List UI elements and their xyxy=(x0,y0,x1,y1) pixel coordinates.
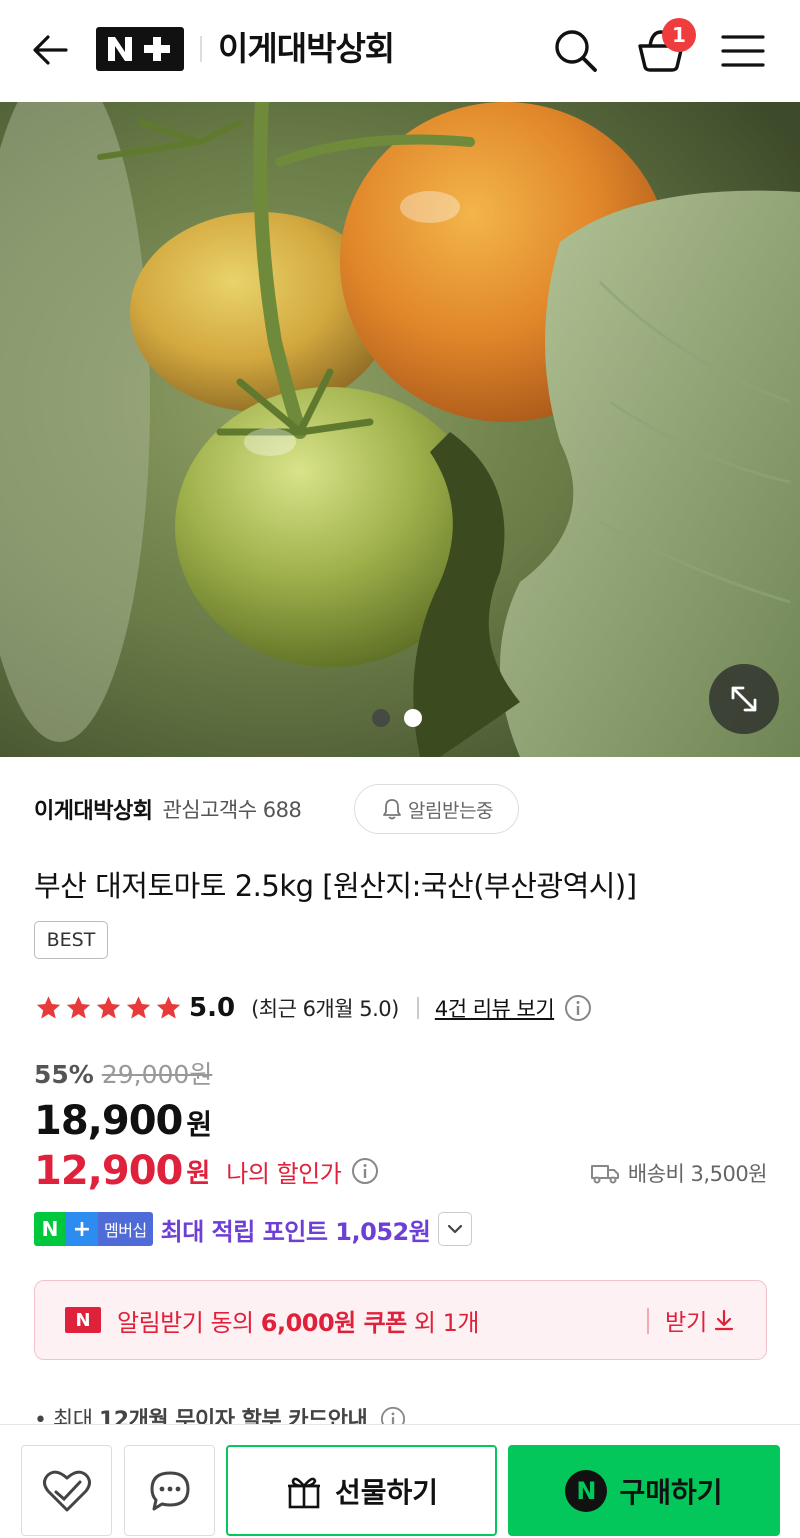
naver-pay-icon: N xyxy=(565,1469,608,1512)
cart-count-badge: 1 xyxy=(662,18,696,52)
my-discount-price-unit: 원 xyxy=(186,1158,211,1189)
download-icon xyxy=(715,1309,734,1331)
star-icon xyxy=(66,996,91,1019)
coupon-text: 알림받기 동의 6,000원 쿠폰 외 1개 xyxy=(117,1308,479,1337)
expand-image-button[interactable] xyxy=(709,664,779,734)
chevron-down-icon xyxy=(448,1224,463,1234)
buy-label: 구매하기 xyxy=(619,1475,723,1509)
naver-coupon-icon: N xyxy=(65,1307,101,1333)
gift-button[interactable]: 선물하기 xyxy=(226,1445,497,1536)
rating-recent: (최근 6개월 5.0) xyxy=(251,997,399,1021)
my-discount-label: 나의 할인가 xyxy=(226,1159,342,1188)
alarm-toggle-button[interactable]: 알림받는중 xyxy=(354,784,519,834)
gift-label: 선물하기 xyxy=(334,1475,439,1509)
original-price: 29,000원 xyxy=(101,1060,213,1089)
rating-row: 5.0 (최근 6개월 5.0) 4건 리뷰 보기 xyxy=(34,986,592,1030)
points-expand-button[interactable] xyxy=(438,1212,473,1246)
product-title: 부산 대저토마토 2.5kg [원산지:국산(부산광역시)] xyxy=(34,869,637,903)
max-points-text: 최대 적립 포인트 1,052원 xyxy=(160,1217,431,1246)
gallery-pagination xyxy=(372,709,422,727)
sale-price-unit: 원 xyxy=(186,1108,213,1141)
naver-plus-logo[interactable] xyxy=(96,27,184,71)
alarm-label: 알림받는중 xyxy=(408,799,493,822)
product-image-gallery[interactable] xyxy=(0,102,800,757)
badge-membership-label: 멤버십 xyxy=(98,1212,153,1246)
gallery-dot[interactable] xyxy=(372,709,390,727)
my-discount-price: 12,900 xyxy=(34,1148,183,1194)
rating-stars xyxy=(34,994,183,1022)
discount-info-icon[interactable] xyxy=(351,1157,379,1185)
naver-membership-badge: N + 멤버십 xyxy=(34,1212,153,1246)
badge-n: N xyxy=(34,1212,66,1246)
search-icon xyxy=(555,30,597,72)
my-discount-price-row: 12,900 원 나의 할인가 xyxy=(34,1148,379,1194)
rating-info-icon[interactable] xyxy=(564,994,592,1022)
tomato-photo xyxy=(0,102,800,757)
rating-score: 5.0 xyxy=(189,993,236,1023)
back-button[interactable] xyxy=(26,26,74,74)
shipping-fee-text: 배송비 3,500원 xyxy=(627,1162,768,1186)
star-icon xyxy=(156,996,181,1019)
star-icon xyxy=(36,996,61,1019)
best-badge: BEST xyxy=(34,921,108,959)
back-arrow-icon xyxy=(33,35,68,65)
like-button[interactable] xyxy=(21,1445,112,1536)
sale-price: 18,900 xyxy=(34,1098,183,1144)
delivery-truck-icon xyxy=(590,1165,619,1184)
coupon-banner[interactable]: N 알림받기 동의 6,000원 쿠폰 외 1개 받기 xyxy=(34,1280,767,1360)
store-name[interactable]: 이게대박상회 xyxy=(218,26,395,72)
hamburger-menu-icon xyxy=(721,35,765,67)
watchers-count: 관심고객수 688 xyxy=(162,798,302,822)
discount-rate: 55% xyxy=(34,1060,94,1089)
price-row: 18,900 원 xyxy=(34,1098,212,1144)
star-icon xyxy=(96,996,121,1019)
badge-plus: + xyxy=(66,1212,98,1246)
header-divider xyxy=(200,36,202,62)
bell-icon xyxy=(383,799,401,820)
review-link[interactable]: 4건 리뷰 보기 xyxy=(435,993,555,1023)
rating-separator xyxy=(416,997,419,1019)
bottom-action-bar: 선물하기 N 구매하기 xyxy=(0,1424,800,1538)
top-header: 이게대박상회 1 xyxy=(0,0,800,102)
discount-row: 55% 29,000원 xyxy=(34,1055,212,1091)
chat-bubble-icon xyxy=(150,1471,189,1510)
n-plus-logo-icon xyxy=(108,37,174,61)
heart-check-icon xyxy=(42,1470,91,1511)
gallery-dot-active[interactable] xyxy=(404,709,422,727)
shipping-fee: 배송비 3,500원 xyxy=(590,1158,768,1188)
expand-arrows-icon xyxy=(731,686,757,712)
search-button[interactable] xyxy=(550,25,602,77)
star-icon xyxy=(126,996,151,1019)
membership-points-row: N + 멤버십 최대 적립 포인트 1,052원 xyxy=(34,1211,473,1247)
gift-box-icon xyxy=(287,1477,320,1508)
coupon-separator xyxy=(647,1308,649,1334)
menu-button[interactable] xyxy=(718,28,768,74)
chat-button[interactable] xyxy=(124,1445,215,1536)
seller-row: 이게대박상회 관심고객수 688 xyxy=(34,784,302,834)
coupon-download-button[interactable]: 받기 xyxy=(665,1303,735,1337)
seller-name[interactable]: 이게대박상회 xyxy=(34,793,153,825)
coupon-get-label: 받기 xyxy=(665,1310,708,1336)
buy-button[interactable]: N 구매하기 xyxy=(508,1445,780,1536)
